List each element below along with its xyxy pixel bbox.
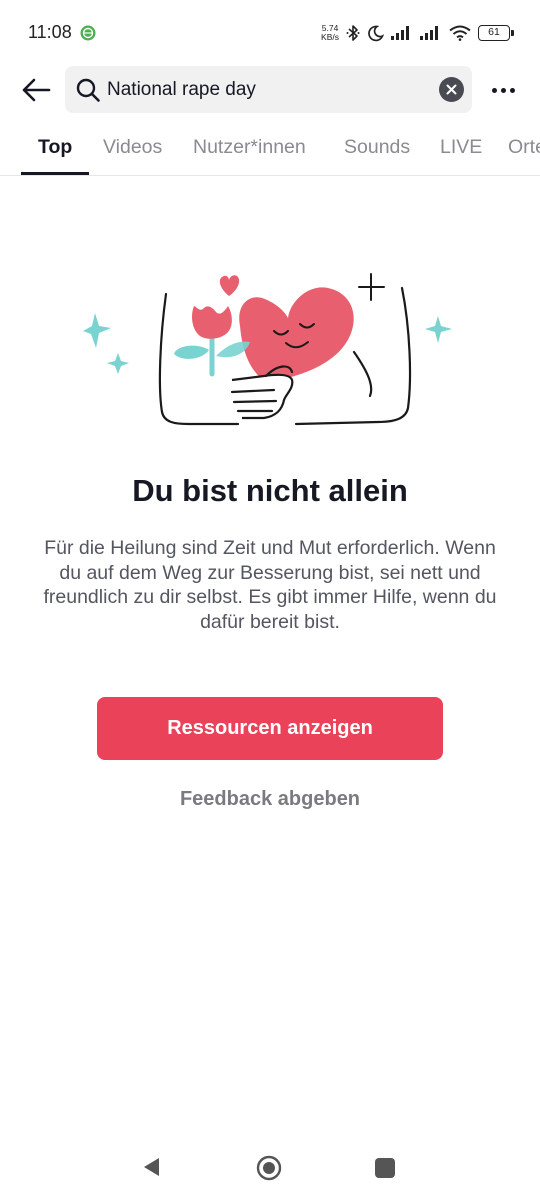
battery-icon: 61 bbox=[478, 25, 514, 41]
sparkle-top bbox=[358, 273, 385, 301]
back-button[interactable] bbox=[18, 72, 54, 108]
nav-home-icon[interactable] bbox=[256, 1155, 282, 1181]
active-tab-indicator bbox=[21, 172, 89, 175]
net-speed: 5.74 KB/s bbox=[321, 24, 339, 42]
search-input[interactable] bbox=[107, 66, 427, 113]
bluetooth-icon bbox=[346, 25, 360, 41]
sparkle-right bbox=[425, 316, 452, 343]
status-bar: 11:08 5.74 KB/s 61 bbox=[0, 0, 540, 66]
battery-level: 61 bbox=[488, 26, 500, 38]
back-arrow-icon bbox=[22, 78, 51, 102]
more-options-button[interactable] bbox=[486, 76, 520, 104]
status-time: 11:08 bbox=[28, 22, 72, 42]
smiling-heart bbox=[239, 287, 354, 382]
small-heart bbox=[219, 275, 240, 296]
nav-back-icon[interactable] bbox=[141, 1156, 163, 1178]
heart-hug-illustration bbox=[83, 273, 452, 426]
tab-videos[interactable]: Videos bbox=[103, 136, 162, 159]
arm-back bbox=[352, 350, 373, 398]
sparkle-left-small bbox=[107, 353, 129, 374]
tab-top[interactable]: Top bbox=[38, 136, 72, 159]
tab-live[interactable]: LIVE bbox=[440, 136, 482, 159]
clear-search-button[interactable] bbox=[439, 77, 464, 102]
more-icon bbox=[491, 87, 497, 93]
sparkle-left-large bbox=[83, 313, 111, 348]
signal-icon bbox=[391, 26, 409, 40]
show-resources-button[interactable]: Ressourcen anzeigen bbox=[97, 697, 443, 760]
status-indicators: 5.74 KB/s 61 bbox=[321, 22, 514, 44]
search-box[interactable] bbox=[65, 66, 472, 113]
empty-state-description: Für die Heilung sind Zeit und Mut erford… bbox=[43, 537, 497, 633]
tab-users[interactable]: Nutzer*innen bbox=[193, 136, 306, 159]
wifi-icon bbox=[449, 25, 471, 41]
net-speed-unit: KB/s bbox=[321, 32, 339, 42]
feedback-link[interactable]: Feedback abgeben bbox=[0, 788, 540, 811]
search-icon bbox=[76, 78, 100, 102]
tab-sounds[interactable]: Sounds bbox=[344, 136, 410, 159]
empty-state-title: Du bist nicht allein bbox=[132, 473, 408, 508]
nav-recents-icon[interactable] bbox=[375, 1158, 395, 1178]
tab-places[interactable]: Orte bbox=[508, 136, 540, 159]
search-tabs: Top Videos Nutzer*innen Sounds LIVE Orte bbox=[0, 124, 540, 176]
search-header bbox=[0, 66, 540, 114]
do-not-disturb-moon-icon bbox=[368, 25, 384, 41]
app-notification-icon bbox=[80, 25, 96, 41]
clear-icon bbox=[446, 84, 457, 95]
signal-icon bbox=[420, 26, 438, 40]
